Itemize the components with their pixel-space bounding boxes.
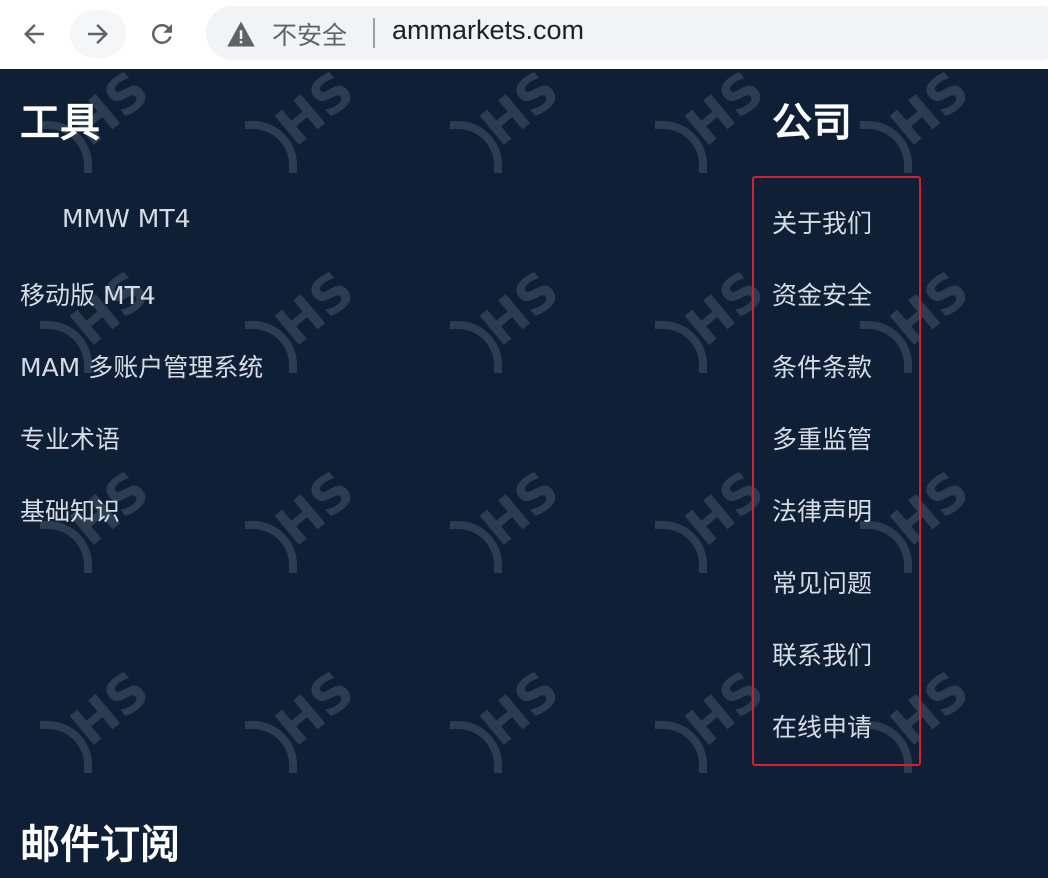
watermark-arc xyxy=(450,121,502,173)
tools-column-title: 工具 xyxy=(20,100,100,146)
watermark-logo: HS xyxy=(860,69,981,189)
tools-link-mmw-mt4[interactable]: MMW MT4 xyxy=(62,204,191,233)
back-button[interactable] xyxy=(14,14,54,54)
watermark-logo: HS xyxy=(450,260,571,389)
watermark-logo: HS xyxy=(450,69,571,189)
reload-button[interactable] xyxy=(142,14,182,54)
red-highlight-box xyxy=(752,176,921,766)
watermark-arc xyxy=(655,521,707,573)
watermark-logo: HS xyxy=(245,69,366,189)
warning-icon[interactable] xyxy=(226,20,256,48)
watermark-arc xyxy=(245,721,297,773)
watermark-text: HS xyxy=(60,659,161,759)
url-text[interactable]: ammarkets.com xyxy=(392,15,584,46)
watermark-logo: HS xyxy=(40,660,161,789)
watermark-arc xyxy=(245,121,297,173)
forward-button[interactable] xyxy=(78,14,118,54)
watermark-text: HS xyxy=(470,259,571,359)
watermark-text: HS xyxy=(265,69,366,159)
tools-link-glossary[interactable]: 专业术语 xyxy=(20,420,120,456)
watermark-text: HS xyxy=(265,659,366,759)
watermark-text: HS xyxy=(880,69,981,159)
watermark-arc xyxy=(245,521,297,573)
watermark-text: HS xyxy=(470,659,571,759)
watermark-text: HS xyxy=(265,459,366,559)
watermark-arc xyxy=(655,121,707,173)
tools-link-mam-system[interactable]: MAM 多账户管理系统 xyxy=(20,348,263,384)
company-column-title: 公司 xyxy=(772,100,852,146)
watermark-logo: HS xyxy=(450,660,571,789)
watermark-logo: HS xyxy=(40,460,161,589)
watermark-arc xyxy=(450,521,502,573)
watermark-arc xyxy=(655,321,707,373)
tools-link-basics[interactable]: 基础知识 xyxy=(20,492,120,528)
watermark-arc xyxy=(450,321,502,373)
watermark-arc xyxy=(450,721,502,773)
watermark-text: HS xyxy=(265,259,366,359)
watermark-text: HS xyxy=(470,459,571,559)
tools-link-mobile-mt4[interactable]: 移动版 MT4 xyxy=(20,276,156,312)
newsletter-title: 邮件订阅 xyxy=(20,822,180,868)
arrow-right-icon xyxy=(88,24,108,44)
watermark-logo: HS xyxy=(245,460,366,589)
address-bar-divider xyxy=(373,18,375,48)
watermark-arc xyxy=(40,521,92,573)
watermark-arc xyxy=(40,721,92,773)
watermark-arc xyxy=(860,121,912,173)
reload-icon xyxy=(151,23,172,44)
watermark-text: HS xyxy=(675,69,776,159)
browser-toolbar: 不安全 ammarkets.com xyxy=(0,0,1048,69)
watermark-logo: HS xyxy=(655,69,776,189)
arrow-left-icon xyxy=(24,24,44,44)
watermark-arc xyxy=(655,721,707,773)
security-status-label[interactable]: 不安全 xyxy=(272,16,347,52)
watermark-text: HS xyxy=(470,69,571,159)
watermark-logo: HS xyxy=(450,460,571,589)
watermark-logo: HS xyxy=(245,660,366,789)
